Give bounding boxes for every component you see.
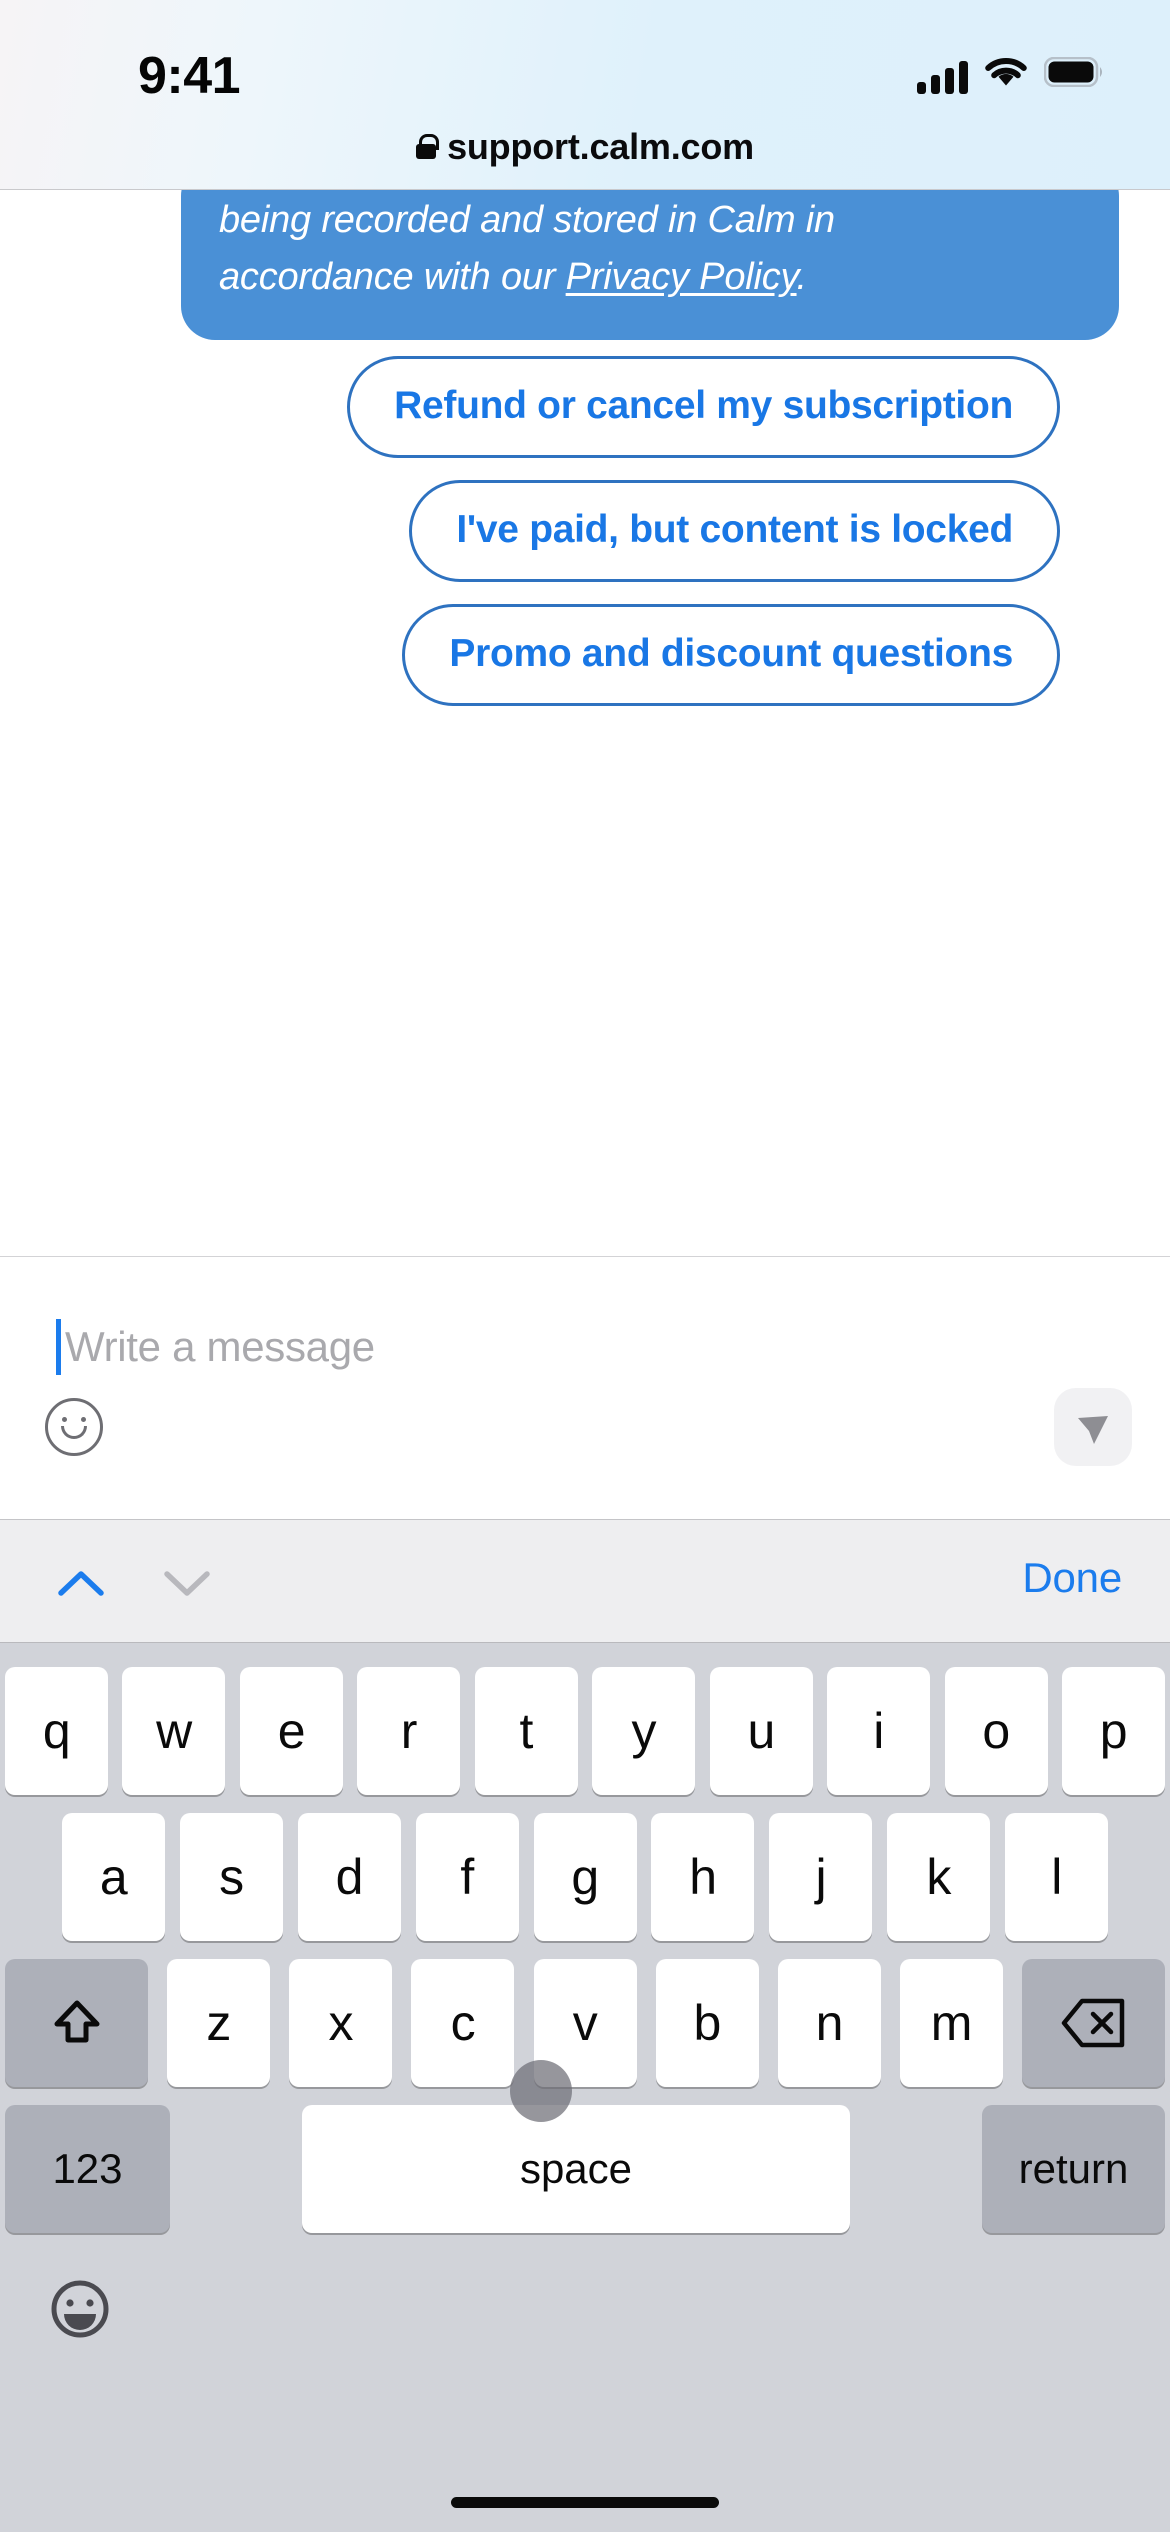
keyboard-row-4: 123 space return [0,2105,1170,2233]
keyboard-row-2: a s d f g h j k l [0,1813,1170,1941]
key-p[interactable]: p [1061,1667,1165,1795]
cellular-signal-icon [917,61,968,94]
key-h[interactable]: h [651,1813,755,1941]
quick-reply-promo-discount[interactable]: Promo and discount questions [402,604,1060,706]
key-numbers[interactable]: 123 [5,2105,170,2233]
bubble-line-1: being recorded and stored in Calm in [219,199,835,241]
message-input[interactable]: Write a message [56,1319,375,1375]
chevron-down-icon[interactable] [158,1552,218,1612]
text-caret [56,1319,61,1375]
key-q[interactable]: q [5,1667,108,1795]
status-bar: 9:41 [0,0,1170,112]
key-j[interactable]: j [769,1813,873,1941]
key-a[interactable]: a [62,1813,165,1941]
message-input-placeholder: Write a message [65,1323,375,1370]
key-x[interactable]: x [289,1959,393,2087]
wifi-icon [984,56,1028,93]
backspace-delete-icon[interactable] [1022,1959,1165,2087]
smiley-face-icon[interactable] [45,1398,103,1456]
key-w[interactable]: w [122,1667,226,1795]
key-r[interactable]: r [357,1667,461,1795]
keyboard-row-1: q w e r t y u i o p [0,1667,1170,1795]
key-t[interactable]: t [474,1667,578,1795]
browser-chrome: 9:41 support.calm.com [0,0,1170,190]
key-s[interactable]: s [179,1813,283,1941]
quick-reply-row: Promo and discount questions [0,604,1170,706]
phone-screen: 9:41 support.calm.com being recorded and… [0,0,1170,2532]
bubble-line-2-prefix: accordance with our [219,256,566,298]
key-n[interactable]: n [777,1959,881,2087]
url-text: support.calm.com [447,126,754,167]
chevron-up-icon[interactable] [52,1552,112,1612]
key-z[interactable]: z [167,1959,271,2087]
virtual-keyboard: q w e r t y u i o p a s d f g h j k l z … [0,1643,1170,2532]
status-bar-icons [917,52,1106,94]
agent-message-bubble: being recorded and stored in Calm in acc… [181,190,1119,340]
key-f[interactable]: f [415,1813,519,1941]
bubble-line-2-suffix: . [796,256,808,298]
quick-reply-content-locked[interactable]: I've paid, but content is locked [409,480,1060,582]
status-bar-time: 9:41 [138,47,241,105]
emoji-globe-icon[interactable] [48,2277,112,2341]
url-bar[interactable]: support.calm.com [0,112,1170,182]
key-g[interactable]: g [533,1813,637,1941]
keyboard-accessory-bar: Done [0,1519,1170,1643]
battery-icon [1043,56,1106,92]
key-e[interactable]: e [239,1667,343,1795]
chat-message-list[interactable]: being recorded and stored in Calm in acc… [0,190,1170,1256]
key-l[interactable]: l [1005,1813,1108,1941]
send-paper-plane-icon [1078,1416,1108,1444]
shift-arrow-icon[interactable] [5,1959,148,2087]
key-return[interactable]: return [982,2105,1165,2233]
key-d[interactable]: d [297,1813,401,1941]
key-k[interactable]: k [887,1813,991,1941]
touch-cursor-dot [510,2060,572,2122]
key-u[interactable]: u [709,1667,813,1795]
keyboard-done-button[interactable]: Done [1022,1554,1122,1602]
key-i[interactable]: i [827,1667,931,1795]
quick-reply-row: I've paid, but content is locked [0,480,1170,582]
key-b[interactable]: b [655,1959,759,2087]
key-c[interactable]: c [411,1959,515,2087]
key-m[interactable]: m [899,1959,1003,2087]
quick-reply-refund-cancel[interactable]: Refund or cancel my subscription [347,356,1060,458]
home-indicator-bar[interactable] [451,2497,719,2508]
key-y[interactable]: y [592,1667,696,1795]
keyboard-row-3: z x c v b n m [0,1959,1170,2087]
message-composer: Write a message [0,1256,1170,1508]
key-o[interactable]: o [944,1667,1048,1795]
bubble-line-2: accordance with our Privacy Policy. [219,249,1081,306]
privacy-policy-link[interactable]: Privacy Policy [566,256,797,298]
lock-icon [416,134,440,160]
send-button[interactable] [1054,1388,1132,1466]
quick-reply-row: Refund or cancel my subscription [0,356,1170,458]
key-space[interactable]: space [302,2105,850,2233]
quick-reply-group: Refund or cancel my subscription I've pa… [0,356,1170,728]
